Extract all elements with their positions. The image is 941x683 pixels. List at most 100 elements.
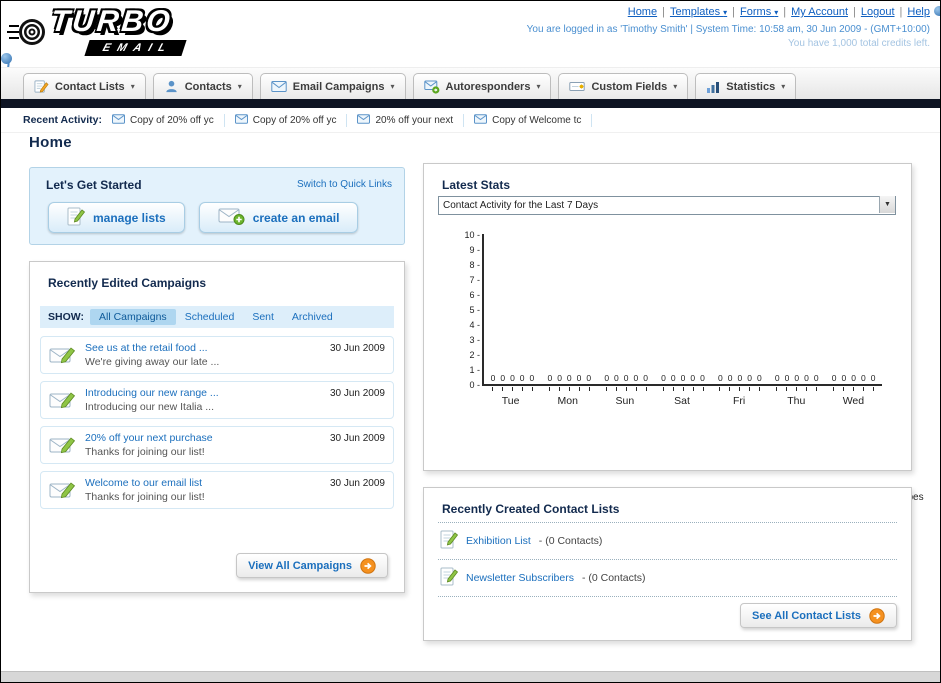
manage-lists-button[interactable]: manage lists — [48, 202, 185, 233]
value-label: 0 — [841, 373, 847, 383]
view-all-label: View All Campaigns — [248, 559, 352, 572]
recent-activity-item-label: 20% off your next — [375, 114, 454, 126]
nav-divider-bar — [1, 99, 940, 108]
top-nav-templates[interactable]: Templates ▾ — [670, 6, 727, 18]
list-pencil-icon — [440, 566, 459, 590]
top-nav-forms[interactable]: Forms ▾ — [740, 6, 778, 18]
top-nav-my-account[interactable]: My Account — [791, 6, 848, 18]
x-tick-label: Thu — [787, 395, 806, 407]
value-label: 0 — [529, 373, 535, 383]
x-tick-label: Mon — [557, 395, 578, 407]
x-tick-marks — [655, 387, 712, 391]
chart-group: 00000 — [825, 234, 882, 391]
value-label: 0 — [727, 373, 733, 383]
y-tick-label: 4 - — [469, 319, 480, 330]
recent-activity-bar: Recent Activity: Copy of 20% off yc Copy … — [1, 108, 940, 133]
chevron-down-icon: ▾ — [673, 82, 678, 91]
see-all-contact-lists-button[interactable]: See All Contact Lists — [739, 603, 897, 628]
recent-activity-item[interactable]: Copy of 20% off yc — [111, 113, 225, 127]
campaign-row[interactable]: Introducing our new range ... Introducing… — [40, 381, 394, 419]
recent-activity-title: Recent Activity: — [23, 114, 102, 126]
value-label: 0 — [860, 373, 866, 383]
chart-y-axis: 10 - 9 - 8 - 7 - 6 - 5 - 4 - 3 - 2 - 1 - 0 - — [454, 230, 480, 390]
x-tick-marks — [711, 387, 768, 391]
turbo-email-dashboard: TURBO EMAIL Home | Templates ▾ | Forms ▾ | My … — [0, 0, 941, 683]
value-label: 0 — [490, 373, 496, 383]
value-label: 0 — [700, 373, 705, 383]
list-pencil-icon — [440, 529, 459, 553]
value-label: 0 — [756, 373, 762, 383]
filter-all-campaigns[interactable]: All Campaigns — [89, 309, 176, 325]
contact-list-link[interactable]: Newsletter Subscribers — [466, 572, 574, 584]
campaign-row[interactable]: Welcome to our email list Thanks for join… — [40, 471, 394, 509]
chevron-down-icon: ▾ — [130, 82, 135, 91]
nav-separator: | — [732, 6, 736, 18]
switch-quick-links-link[interactable]: Switch to Quick Links — [297, 179, 392, 190]
chart-group: 00000 — [655, 234, 712, 391]
value-label: 0 — [576, 373, 582, 383]
y-tick-label: 10 - — [464, 229, 480, 240]
filter-scheduled[interactable]: Scheduled — [176, 309, 244, 325]
value-label: 0 — [557, 373, 562, 383]
contact-list-items: Exhibition List - (0 Contacts) Newsletter … — [438, 522, 897, 597]
y-tick-label: 8 - — [469, 259, 480, 270]
tab-contacts[interactable]: Contacts ▾ — [152, 73, 253, 99]
pencil-list-icon — [34, 79, 49, 94]
contact-list-link[interactable]: Exhibition List — [466, 535, 531, 547]
tab-label: Autoresponders — [445, 80, 531, 93]
campaign-filter-bar: SHOW: All Campaigns Scheduled Sent Archived — [40, 306, 394, 328]
tab-autoresponders[interactable]: Autoresponders ▾ — [412, 73, 552, 99]
y-tick-label: 6 - — [469, 289, 480, 300]
x-tick-label: Sat — [674, 395, 690, 407]
nav-separator: | — [899, 6, 903, 18]
value-label: 0 — [510, 373, 515, 383]
value-labels: 00000 — [825, 373, 882, 383]
tab-statistics[interactable]: Statistics ▾ — [695, 73, 797, 99]
y-tick-label: 7 - — [469, 274, 480, 285]
get-started-title: Let's Get Started — [46, 178, 142, 192]
campaign-items: See us at the retail food ... We're givin… — [40, 336, 394, 516]
recent-activity-item[interactable]: Copy of Welcome tc — [464, 113, 593, 127]
chevron-down-icon: ▾ — [781, 82, 786, 91]
envelope-pencil-icon — [49, 435, 76, 461]
contact-activity-chart: 10 -9 -8 -7 -6 -5 -4 -3 -2 -1 -0 - 00000… — [454, 230, 924, 522]
filter-archived[interactable]: Archived — [283, 309, 342, 325]
tab-email-campaigns[interactable]: Email Campaigns ▾ — [259, 73, 406, 99]
campaign-date: 30 Jun 2009 — [329, 388, 385, 399]
recent-contact-lists-panel: Recently Created Contact Lists Exhibitio… — [423, 487, 912, 641]
main-nav-bar: Contact Lists ▾ Contacts ▾ Email Campaigns ▾ A… — [1, 67, 940, 99]
contact-list-row: Exhibition List - (0 Contacts) — [438, 522, 897, 560]
recent-activity-item[interactable]: 20% off your next — [347, 113, 465, 127]
value-label: 0 — [633, 373, 639, 383]
stats-period-select[interactable]: Contact Activity for the Last 7 Days — [438, 196, 896, 215]
envelope-icon — [111, 113, 125, 127]
get-started-panel: Let's Get Started Switch to Quick Links … — [29, 167, 405, 245]
y-tick-label: 5 - — [469, 304, 480, 315]
top-nav-logout[interactable]: Logout — [861, 6, 895, 18]
top-nav-help[interactable]: Help — [907, 6, 930, 18]
campaign-row[interactable]: See us at the retail food ... We're givin… — [40, 336, 394, 374]
campaign-subtitle: Introducing our new Italia ... — [85, 401, 214, 413]
value-label: 0 — [643, 373, 648, 383]
value-label: 0 — [586, 373, 592, 383]
value-label: 0 — [831, 373, 837, 383]
create-an-email-button[interactable]: create an email — [198, 202, 359, 233]
recent-activity-item[interactable]: Copy of 20% off yc — [225, 113, 348, 127]
envelope-icon — [474, 113, 488, 127]
view-all-campaigns-button[interactable]: View All Campaigns — [236, 553, 388, 578]
filter-sent[interactable]: Sent — [243, 309, 283, 325]
top-nav-home[interactable]: Home — [628, 6, 657, 18]
swirl-logo-icon — [7, 12, 47, 59]
tab-custom-fields[interactable]: Custom Fields ▾ — [558, 73, 689, 99]
value-labels: 00000 — [655, 373, 712, 383]
button-label: manage lists — [93, 210, 166, 225]
tab-contact-lists[interactable]: Contact Lists ▾ — [23, 73, 146, 99]
tab-label: Custom Fields — [591, 80, 668, 93]
campaign-row[interactable]: 20% off your next purchase Thanks for joi… — [40, 426, 394, 464]
value-label: 0 — [680, 373, 686, 383]
chart-group: 00000 — [768, 234, 825, 391]
decorative-dot-icon — [934, 6, 940, 16]
value-labels: 00000 — [484, 373, 541, 383]
campaign-date: 30 Jun 2009 — [329, 343, 385, 354]
x-tick-marks — [768, 387, 825, 391]
